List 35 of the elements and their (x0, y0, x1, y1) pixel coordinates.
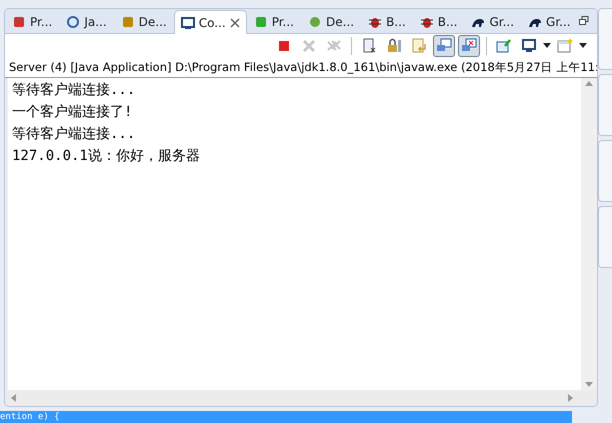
view-tab[interactable]: Co... (174, 10, 247, 34)
document-clear-icon (361, 38, 377, 54)
view-tab[interactable]: De... (301, 9, 362, 33)
toolbar-button[interactable] (458, 35, 480, 57)
vertical-scrollbar[interactable] (581, 78, 597, 390)
caret-icon[interactable] (579, 43, 587, 49)
view-tab[interactable]: B... (412, 9, 464, 33)
code-text: ention e) { (0, 411, 60, 423)
monitor-error-icon (461, 38, 477, 54)
scroll-down-icon[interactable] (585, 382, 593, 387)
window-pin-icon (496, 38, 512, 54)
console-output-line: 一个客户端连接了! (12, 103, 132, 122)
monitor-message-icon (436, 38, 452, 54)
view-tab[interactable]: Gr... (464, 9, 522, 33)
close-icon[interactable] (230, 18, 240, 28)
scroll-up-icon[interactable] (585, 81, 593, 86)
view-tab[interactable]: Gr... (521, 9, 578, 33)
caret-icon[interactable] (543, 43, 551, 49)
restore-icon[interactable] (579, 16, 589, 26)
close-icon (301, 38, 317, 54)
new-window-icon (557, 38, 573, 54)
stop-icon (276, 38, 292, 54)
view-tab[interactable]: Pr... (5, 9, 60, 33)
document-arrow-icon (411, 38, 427, 54)
console-output-line: 127.0.0.1说：你好，服务器 (12, 147, 200, 166)
lock-icon (386, 38, 402, 54)
monitor-icon (521, 38, 537, 54)
view-tab[interactable]: B... (361, 9, 413, 33)
view-tab[interactable]: Pr... (246, 9, 301, 33)
view-tab[interactable]: De... (114, 9, 174, 33)
view-tab[interactable]: Ja... (59, 9, 114, 33)
toolbar-button[interactable] (433, 35, 455, 57)
console-output-line: 等待客户端连接... (12, 125, 136, 144)
console-output-line: 等待客户端连接... (12, 81, 136, 100)
console-icon (180, 16, 195, 30)
